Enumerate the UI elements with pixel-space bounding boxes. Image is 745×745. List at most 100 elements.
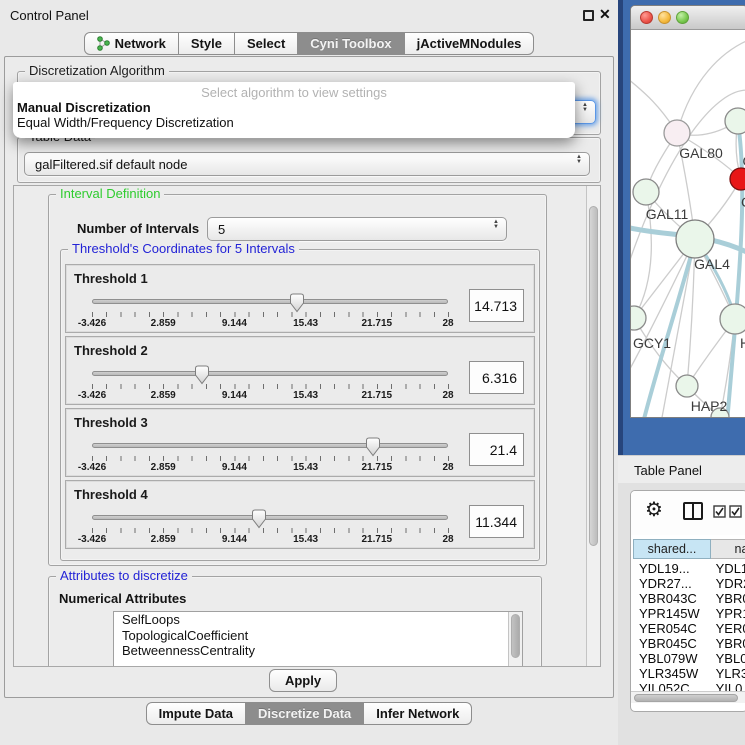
threshold-panel-2: Threshold 2-3.4262.8599.14415.4321.71528… [65,336,535,405]
table-rows: YDL19...YDL1YDR27...YDR2YBR043CYBR0YPR14… [633,561,745,696]
popup-item-equal-width-frequency-discretization[interactable]: Equal Width/Frequency Discretization [13,115,575,130]
network-node[interactable] [631,306,646,330]
close-traffic-light-icon[interactable] [640,11,653,24]
slider-thumb[interactable] [194,365,210,390]
threshold-panel-1: Threshold 1-3.4262.8599.14415.4321.71528… [65,264,535,333]
table-panel-window: ⚙ shared... na YDL19...YDL1YDR27...YDR2Y… [630,490,745,712]
control-panel: Control Panel ✕ NetworkStyleSelect Cyni T… [0,0,618,745]
threshold-slider[interactable]: -3.4262.8599.14415.4321.71528 [92,435,450,477]
threshold-panel-4: Threshold 4 -3.4262.8599.14415.4321.71528… [65,480,535,549]
threshold-panel-3: Threshold 3-3.4262.8599.14415.4321.71528… [65,408,535,477]
tab-select[interactable]: Select [234,32,298,55]
close-icon[interactable]: ✕ [599,6,611,23]
tab-infer-network[interactable]: Infer Network [363,702,472,725]
zoom-traffic-light-icon[interactable] [676,11,689,24]
tab-impute-data[interactable]: Impute Data [146,702,246,725]
table-row[interactable]: YLR345WYLR3 [633,666,745,681]
table-data-combobox[interactable]: galFiltered.sif default node ▲▼ [24,152,590,176]
tick-label: 9.144 [222,462,247,473]
column-header-name[interactable]: na [711,539,745,559]
table-data-value: galFiltered.sif default node [35,157,187,172]
threshold-value-field[interactable]: 21.4 [469,433,524,466]
tick-label: -3.426 [78,462,106,473]
combo-stepper-icon: ▲▼ [582,103,588,113]
slider-scale: -3.4262.8599.14415.4321.71528 [92,534,448,546]
checkbox-checked-icon[interactable] [729,505,742,518]
table-row[interactable]: YPR145WYPR1 [633,606,745,621]
tick-label: 2.859 [151,318,176,329]
table-row[interactable]: YDL19...YDL1 [633,561,745,576]
group-title: Discretization Algorithm [25,63,169,78]
slider-thumb[interactable] [289,293,305,318]
group-title: Attributes to discretize [56,568,192,583]
node-label-gal11: GAL11 [646,206,689,222]
table-row[interactable]: YBR043CYBR0 [633,591,745,606]
threshold-slider[interactable]: -3.4262.8599.14415.4321.71528 [92,291,450,333]
float-window-icon[interactable] [583,10,594,21]
tick-label: 9.144 [222,318,247,329]
scrollbar-thumb[interactable] [589,206,598,546]
popup-item-manual-discretization[interactable]: Manual Discretization [13,100,575,115]
tab-network[interactable]: Network [84,32,179,55]
scrollbar-thumb[interactable] [634,694,738,702]
network-node[interactable] [676,220,714,258]
table-row[interactable]: YER054CYER0 [633,621,745,636]
network-node[interactable] [725,108,745,134]
network-node[interactable] [633,179,659,205]
threshold-value-field[interactable]: 6.316 [469,361,524,394]
scrollbar-thumb[interactable] [511,614,520,658]
network-node[interactable] [664,120,690,146]
network-node[interactable] [676,375,698,397]
threshold-label: Threshold 4 [74,487,148,502]
tick-label: 21.715 [362,390,393,401]
slider-thumb[interactable] [365,437,381,462]
tick-label: 2.859 [151,462,176,473]
tab-discretize-data[interactable]: Discretize Data [245,702,364,725]
slider-track [92,299,448,304]
cell-shared-name: YLR345W [633,666,710,681]
minimize-traffic-light-icon[interactable] [658,11,671,24]
threshold-slider[interactable]: -3.4262.8599.14415.4321.71528 [92,363,450,405]
tab-label: Cyni Toolbox [310,36,391,51]
cell-shared-name: YBR043C [633,591,710,606]
slider-track [92,515,448,520]
horizontal-scrollbar[interactable] [631,691,745,703]
tab-jactivemnodules[interactable]: jActiveMNodules [404,32,535,55]
tick-label: 28 [442,462,453,473]
network-node[interactable] [720,304,745,334]
list-item-selfloops[interactable]: SelfLoops [114,612,522,628]
desktop-area: GAL80GCGAL11GAL4GCY1HHAP2 Table Panel ⚙ … [618,0,745,745]
node-label-h: H [740,335,745,351]
tab-label: Infer Network [376,706,459,721]
threshold-slider[interactable]: -3.4262.8599.14415.4321.71528 [92,507,450,549]
node-label-c: C [741,194,745,210]
num-intervals-value: 5 [218,222,225,237]
columns-icon[interactable] [683,502,703,520]
checkbox-checked-icon[interactable] [713,505,726,518]
bottom-tab-bar: Impute DataDiscretize Data Infer Network [0,702,618,725]
threshold-value-field[interactable]: 14.713 [469,289,524,322]
tab-cyni-toolbox[interactable]: Cyni Toolbox [297,32,404,55]
panel-scrollbar[interactable] [586,186,600,666]
table-row[interactable]: YBR045CYBR0 [633,636,745,651]
num-intervals-combobox[interactable]: 5 ▲▼ [207,217,507,241]
gear-icon[interactable]: ⚙ [645,499,663,521]
tick-label: 15.43 [293,534,318,545]
apply-button[interactable]: Apply [269,669,337,692]
cell-name: YBR0 [710,636,745,651]
threshold-value-field[interactable]: 11.344 [469,505,524,538]
list-scrollbar[interactable] [508,612,522,667]
numerical-attributes-list[interactable]: SelfLoopsTopologicalCoefficientBetweenne… [113,611,523,667]
network-canvas[interactable]: GAL80GCGAL11GAL4GCY1HHAP2 [631,31,745,418]
table-toolbar: ⚙ [631,491,745,535]
tick-label: 28 [442,318,453,329]
table-row[interactable]: YBL079WYBL0 [633,651,745,666]
list-item-topologicalcoefficient[interactable]: TopologicalCoefficient [114,628,522,644]
tab-style[interactable]: Style [178,32,235,55]
tick-label: -3.426 [78,390,106,401]
slider-thumb[interactable] [251,509,267,534]
table-row[interactable]: YDR27...YDR2 [633,576,745,591]
list-item-betweennesscentrality[interactable]: BetweennessCentrality [114,643,522,659]
panel-title: Control Panel [10,8,89,23]
column-header-shared-name[interactable]: shared... [633,539,711,559]
